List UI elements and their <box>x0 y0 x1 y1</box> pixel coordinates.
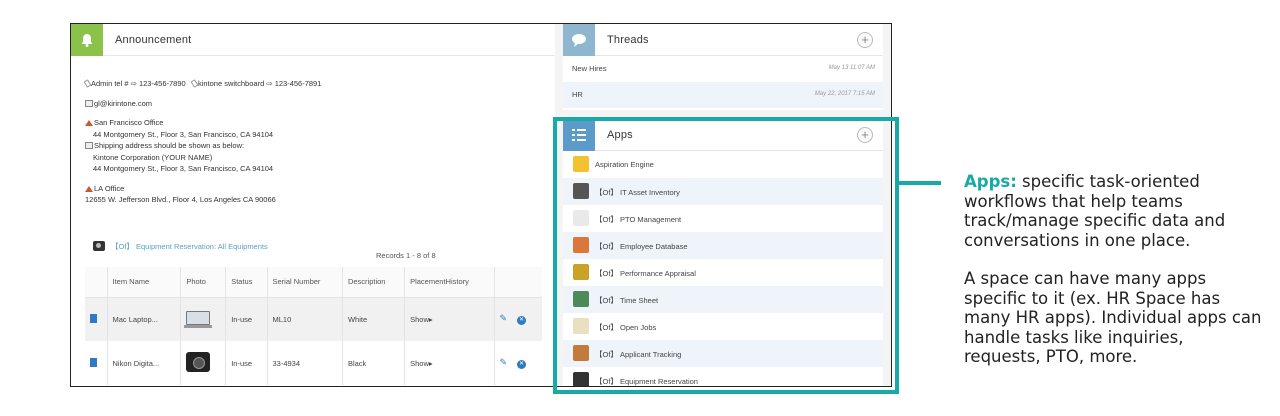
la-address: 12655 W. Jefferson Blvd., Floor 4, Los A… <box>85 195 276 204</box>
pencil-icon[interactable]: ✎ <box>500 357 508 367</box>
thread-item[interactable]: HR May 22, 2017 7:15 AM <box>563 82 883 108</box>
shipping-note-line: Shipping address should be shown as belo… <box>85 140 545 152</box>
table-row: Nikon Digita... In-use 33-4934 Black Sho… <box>85 341 542 385</box>
threads-title: Threads <box>607 34 649 46</box>
cell-status: In-use <box>225 341 268 385</box>
announcement-title: Announcement <box>115 34 192 46</box>
la-office-label: LA Office <box>94 183 125 193</box>
mail-icon <box>85 142 93 149</box>
cell-description: Black <box>342 341 406 385</box>
pencil-icon[interactable]: ✎ <box>500 313 508 323</box>
record-detail-link[interactable] <box>85 297 108 341</box>
row-actions: ✎ ✕ <box>494 341 542 385</box>
sf-office-label: San Francisco Office <box>94 118 164 127</box>
shipping-address: 44 Montgomery St., Floor 3, San Francisc… <box>93 164 274 173</box>
email-address[interactable]: gl@kirintone.com <box>94 99 152 108</box>
announcement-panel: Announcement Admin tel # ⇨ 123-456-7890 … <box>71 24 555 386</box>
add-thread-button[interactable]: + <box>857 32 873 48</box>
delete-icon[interactable]: ✕ <box>517 316 527 326</box>
document-icon <box>90 357 97 367</box>
sf-office-heading: San Francisco Office <box>85 117 545 129</box>
col-photo[interactable]: Photo <box>180 267 227 298</box>
cell-serial: ML10 <box>267 297 343 341</box>
email-line: gl@kirintone.com <box>85 98 545 110</box>
cell-photo[interactable] <box>180 341 227 385</box>
document-icon <box>90 313 97 323</box>
col-serial-number[interactable]: Serial Number <box>267 267 343 298</box>
col-status[interactable]: Status <box>225 267 268 298</box>
home-icon <box>85 185 93 192</box>
sf-address: 44 Montgomery St., Floor 3, San Francisc… <box>93 129 274 139</box>
bell-icon <box>71 24 103 56</box>
la-office-heading: LA Office <box>85 183 545 195</box>
apps-callout: Apps: specific task-oriented workflows t… <box>964 172 1264 367</box>
thread-name: HR <box>572 90 583 99</box>
laptop-photo <box>184 311 213 329</box>
admin-tel: Admin tel # ⇨ 123-456-7890 <box>91 79 186 88</box>
announcement-header: Announcement <box>71 24 555 56</box>
shipping-company: Kintone Corporation (YOUR NAME) <box>93 152 213 162</box>
thread-name: New Hires <box>572 64 607 73</box>
col-description[interactable]: Description <box>342 267 406 298</box>
threads-header: Threads + <box>563 24 883 56</box>
announcement-body: Admin tel # ⇨ 123-456-7890 kintone switc… <box>83 78 545 206</box>
phone-line: Admin tel # ⇨ 123-456-7890 kintone switc… <box>83 78 545 90</box>
record-detail-link[interactable] <box>85 341 108 385</box>
camera-photo <box>186 352 211 372</box>
cell-item-name: Mac Laptop... <box>107 297 182 341</box>
cell-item-name: Nikon Digita... <box>107 341 182 385</box>
table-header-row: Item Name Photo Status Serial Number Des… <box>85 267 542 298</box>
cell-description: White <box>342 297 406 341</box>
row-actions: ✎ ✕ <box>494 297 542 341</box>
embedded-app-link-row: 【Of】 Equipment Reservation: All Equipmen… <box>93 241 268 252</box>
callout-paragraph-2: A space can have many apps specific to i… <box>964 269 1262 366</box>
thread-item[interactable]: New Hires May 13 11:07 AM <box>563 56 883 82</box>
home-icon <box>85 120 93 126</box>
cell-history-show[interactable]: Show▸ <box>404 341 495 385</box>
shipping-note: Shipping address should be shown as belo… <box>94 141 245 150</box>
camera-icon <box>93 241 105 251</box>
threads-panel: Threads + New Hires May 13 11:07 AM HR M… <box>563 24 883 110</box>
cell-photo[interactable] <box>180 297 227 341</box>
apps-highlight-box <box>553 117 899 394</box>
records-count: Records 1 - 8 of 8 <box>376 251 436 260</box>
callout-connector-line <box>899 181 941 185</box>
thread-date: May 22, 2017 7:15 AM <box>814 91 875 97</box>
table-header-blank <box>85 267 108 298</box>
switchboard-tel: kintone switchboard ⇨ 123-456-7891 <box>197 79 322 88</box>
cell-status: In-use <box>225 297 268 341</box>
callout-paragraph-1: Apps: specific task-oriented workflows t… <box>964 172 1264 250</box>
col-placement-history[interactable]: PlacementHistory <box>404 267 495 298</box>
thread-date: May 13 11:07 AM <box>828 65 875 71</box>
col-item-name[interactable]: Item Name <box>107 267 182 298</box>
cell-history-show[interactable]: Show▸ <box>404 297 495 341</box>
table-header-actions <box>494 267 542 298</box>
mail-icon <box>85 99 93 107</box>
chat-bubble-icon <box>563 24 595 56</box>
cell-serial: 33-4934 <box>267 341 343 385</box>
delete-icon[interactable]: ✕ <box>517 360 527 369</box>
table-row: Mac Laptop... In-use ML10 White Show▸ ✎ ✕ <box>85 297 542 341</box>
equipment-reservation-link[interactable]: 【Of】 Equipment Reservation: All Equipmen… <box>111 242 268 251</box>
equipment-table: Item Name Photo Status Serial Number Des… <box>85 267 542 385</box>
callout-keyword: Apps: <box>964 172 1017 191</box>
